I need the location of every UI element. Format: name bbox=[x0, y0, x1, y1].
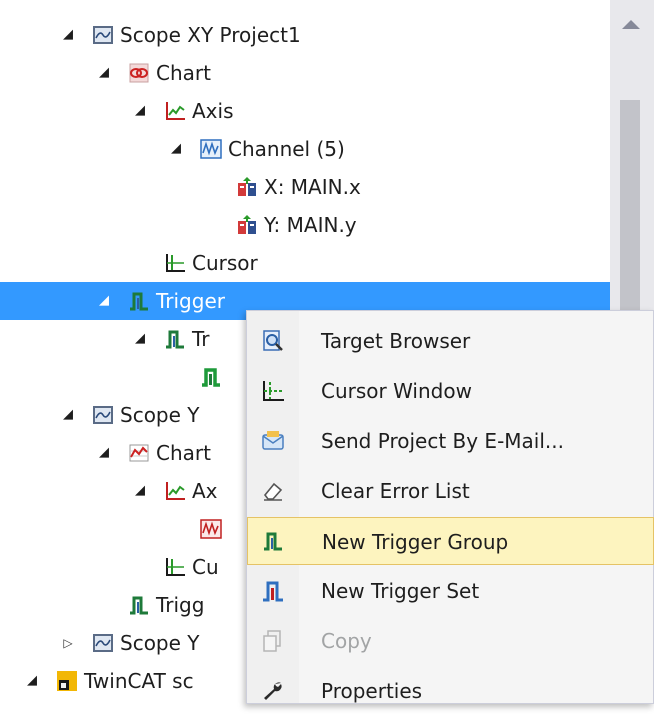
xy-chart-icon bbox=[128, 62, 150, 84]
trigger-set-icon bbox=[261, 579, 285, 603]
trigger-icon bbox=[128, 290, 150, 312]
tree-item-label: Trigger bbox=[156, 289, 225, 313]
axis-icon bbox=[164, 480, 186, 502]
tree-item-label: Cu bbox=[192, 555, 219, 579]
tree-item[interactable]: X: MAIN.x bbox=[0, 168, 610, 206]
scrollbar-thumb[interactable] bbox=[620, 100, 640, 312]
eraser-icon bbox=[261, 479, 285, 503]
cursor-icon bbox=[164, 556, 186, 578]
tree-item-label: Cursor bbox=[192, 251, 258, 275]
tree-item-label: Scope Y bbox=[120, 403, 200, 427]
trigger-set-icon bbox=[200, 366, 222, 388]
context-menu: Target Browser Cursor Window Send Project … bbox=[246, 310, 654, 704]
tree-item-label: Tr bbox=[192, 327, 210, 351]
tree-item-label: Y: MAIN.y bbox=[264, 213, 357, 237]
menu-target-browser-item[interactable]: Target Browser bbox=[247, 317, 654, 365]
trigger-icon bbox=[128, 594, 150, 616]
collapse-arrow-icon[interactable]: ◢ bbox=[94, 434, 114, 472]
collapse-arrow-icon[interactable]: ◢ bbox=[22, 662, 42, 700]
menu-item-label: New Trigger Set bbox=[321, 579, 480, 603]
menu-item-label: Cursor Window bbox=[321, 379, 472, 403]
menu-item-label: Send Project By E-Mail... bbox=[321, 429, 564, 453]
collapse-arrow-icon[interactable]: ◢ bbox=[94, 282, 114, 320]
tree-item[interactable]: ◢ Channel (5) bbox=[0, 130, 610, 168]
scroll-up-arrow-icon[interactable] bbox=[622, 20, 640, 29]
tree-item[interactable]: Cursor bbox=[0, 244, 610, 282]
collapse-arrow-icon[interactable]: ◢ bbox=[130, 92, 150, 130]
channel-red-icon bbox=[200, 518, 222, 540]
collapse-arrow-icon[interactable]: ◢ bbox=[166, 130, 186, 168]
tree-item[interactable]: ◢ Chart bbox=[0, 54, 610, 92]
menu-new-trigger-set-item[interactable]: New Trigger Set bbox=[247, 567, 654, 615]
scope-project-icon bbox=[92, 632, 114, 654]
expand-arrow-icon[interactable]: ▷ bbox=[58, 624, 78, 662]
collapse-arrow-icon[interactable]: ◢ bbox=[58, 396, 78, 434]
wrench-icon bbox=[261, 679, 285, 703]
tree-item-label: Axis bbox=[192, 99, 234, 123]
menu-send-project-email-item[interactable]: Send Project By E-Mail... bbox=[247, 417, 654, 465]
menu-item-label: Properties bbox=[321, 679, 423, 703]
target-browser-icon bbox=[261, 329, 285, 353]
tree-item-label: Scope Y bbox=[120, 631, 200, 655]
symbol-icon bbox=[236, 214, 258, 236]
twincat-solution-icon bbox=[56, 670, 78, 692]
scope-project-icon bbox=[92, 24, 114, 46]
collapse-arrow-icon[interactable]: ◢ bbox=[130, 472, 150, 510]
copy-icon bbox=[261, 629, 285, 653]
tree-item-label: TwinCAT sc bbox=[84, 669, 194, 693]
menu-properties-item[interactable]: Properties bbox=[247, 667, 654, 715]
tree-item[interactable]: ◢ Axis bbox=[0, 92, 610, 130]
menu-new-trigger-group-item[interactable]: New Trigger Group bbox=[247, 517, 654, 565]
tree-item-label: Trigg bbox=[156, 593, 205, 617]
collapse-arrow-icon[interactable]: ◢ bbox=[58, 16, 78, 54]
collapse-arrow-icon[interactable]: ◢ bbox=[94, 54, 114, 92]
symbol-icon bbox=[236, 176, 258, 198]
tree-item[interactable]: Y: MAIN.y bbox=[0, 206, 610, 244]
trigger-group-icon bbox=[164, 328, 186, 350]
menu-item-label: Target Browser bbox=[321, 329, 471, 353]
menu-item-label: Clear Error List bbox=[321, 479, 470, 503]
menu-item-label: Copy bbox=[321, 629, 372, 653]
scope-project-icon bbox=[92, 404, 114, 426]
cursor-icon bbox=[164, 252, 186, 274]
axis-icon bbox=[164, 100, 186, 122]
tree-item-label: Scope XY Project1 bbox=[120, 23, 301, 47]
channel-icon bbox=[200, 138, 222, 160]
email-icon bbox=[261, 429, 285, 453]
trigger-group-icon bbox=[262, 530, 286, 554]
tree-item[interactable]: ◢ Scope XY Project1 bbox=[0, 16, 610, 54]
tree-item-label: Channel (5) bbox=[228, 137, 345, 161]
yt-chart-icon bbox=[128, 442, 150, 464]
menu-cursor-window-item[interactable]: Cursor Window bbox=[247, 367, 654, 415]
cursor-window-icon bbox=[261, 379, 285, 403]
tree-item-label: Chart bbox=[156, 61, 211, 85]
tree-item-label: Ax bbox=[192, 479, 218, 503]
menu-clear-error-list-item[interactable]: Clear Error List bbox=[247, 467, 654, 515]
tree-item-label: X: MAIN.x bbox=[264, 175, 361, 199]
menu-item-label: New Trigger Group bbox=[322, 530, 509, 554]
menu-copy-item[interactable]: Copy bbox=[247, 617, 654, 665]
collapse-arrow-icon[interactable]: ◢ bbox=[130, 320, 150, 358]
tree-item-label: Chart bbox=[156, 441, 211, 465]
